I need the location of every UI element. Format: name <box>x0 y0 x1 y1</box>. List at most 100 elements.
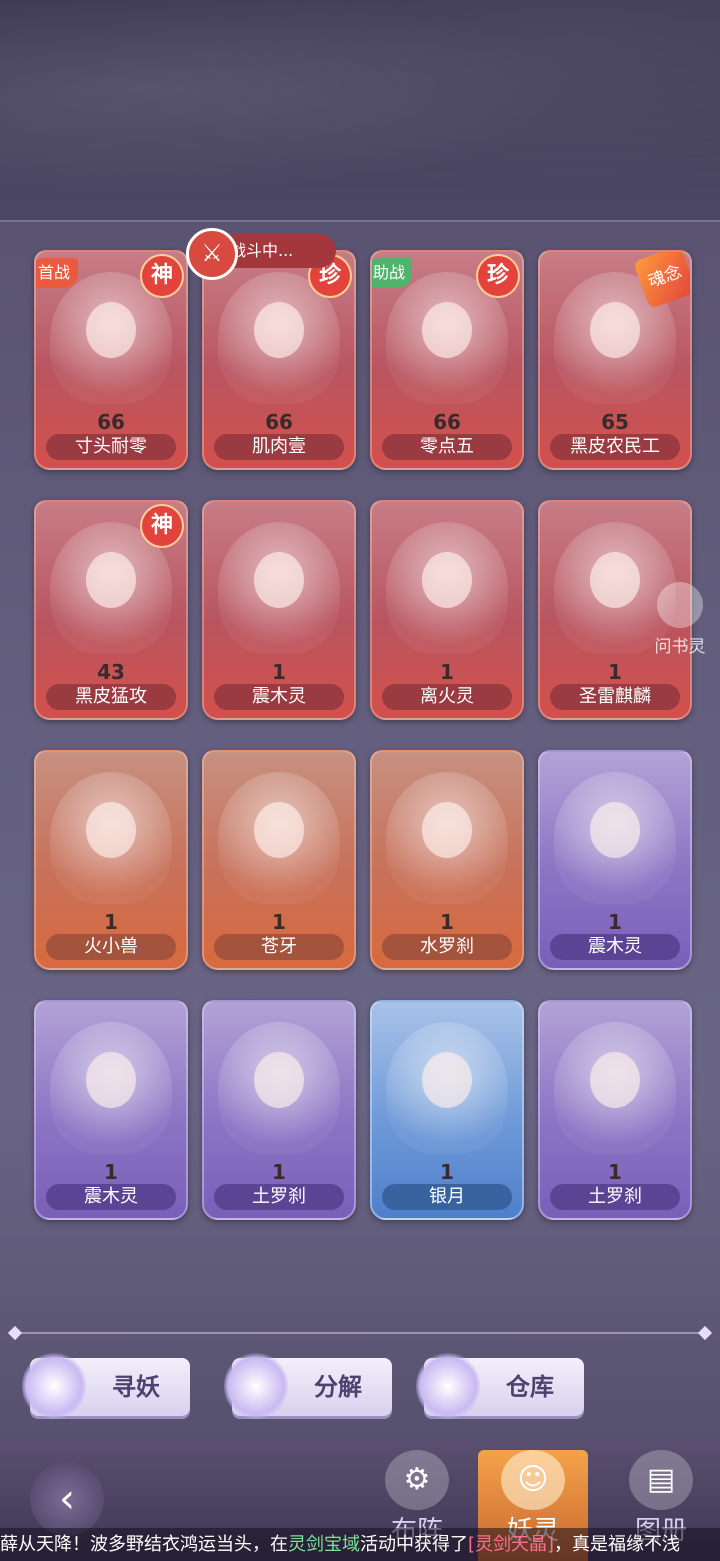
status-tag: 首战 <box>36 258 78 288</box>
spirit-face <box>254 552 304 608</box>
spirit-portrait <box>386 522 508 654</box>
spirit-portrait <box>554 1022 676 1154</box>
spirit-card[interactable]: 1 震木灵 <box>34 1000 188 1220</box>
helper-label: 问书灵 <box>654 637 706 657</box>
formation-icon: ⚙ <box>385 1450 449 1510</box>
spirit-card[interactable]: 65 黑皮农民工 魂念 <box>538 250 692 470</box>
spirit-card[interactable]: 1 离火灵 <box>370 500 524 720</box>
swirl-icon <box>224 1352 288 1420</box>
spirit-card[interactable]: 1 土罗刹 <box>538 1000 692 1220</box>
spirit-face <box>422 552 472 608</box>
spirit-card[interactable]: 66 肌肉壹珍 <box>202 250 356 470</box>
spirit-card[interactable]: 1 土罗刹 <box>202 1000 356 1220</box>
helper-assistant[interactable]: 问书灵 <box>648 582 712 662</box>
spirit-level: 1 <box>608 660 622 684</box>
search-spirit-label: 寻妖 <box>112 1373 160 1401</box>
spirit-card[interactable]: 66 寸头耐零 神 首战 <box>34 250 188 470</box>
ticker-text-2: 活动中获得了 <box>360 1534 468 1555</box>
decompose-button[interactable]: 分解 <box>224 1352 392 1420</box>
spirit-portrait <box>554 772 676 904</box>
storage-button[interactable]: 仓库 <box>416 1352 584 1420</box>
spirit-face <box>422 1052 472 1108</box>
top-banner-decoration <box>0 0 720 222</box>
spirit-face <box>254 1052 304 1108</box>
back-arrow-icon[interactable]: ‹ <box>30 1462 104 1536</box>
spirit-name: 黑皮猛攻 <box>46 684 176 710</box>
spirit-face <box>590 1052 640 1108</box>
album-book-icon: ▤ <box>629 1450 693 1510</box>
spirit-level: 66 <box>97 410 125 434</box>
spirit-face <box>422 302 472 358</box>
spirit-face <box>590 302 640 358</box>
storage-label: 仓库 <box>506 1373 554 1401</box>
ticker-text-3: ，真是福缘不浅 <box>554 1534 681 1555</box>
spirit-name: 土罗刹 <box>214 1184 344 1210</box>
spirit-card[interactable]: 1 震木灵 <box>538 750 692 970</box>
spirit-grid[interactable]: 66 寸头耐零神首战 66 肌肉壹珍 66 零点五珍助战 65 黑皮农民工 魂念 43 黑皮猛攻神 1… <box>0 222 720 1324</box>
spirit-level: 66 <box>265 410 293 434</box>
rarity-badge: 神 <box>142 256 182 296</box>
spirit-name: 离火灵 <box>382 684 512 710</box>
spirit-face <box>590 802 640 858</box>
spirit-level: 1 <box>440 910 454 934</box>
spirit-face <box>86 1052 136 1108</box>
spirit-name: 黑皮农民工 <box>550 434 680 460</box>
spirit-portrait <box>50 1022 172 1154</box>
spirit-level: 1 <box>440 660 454 684</box>
spirit-portrait <box>218 1022 340 1154</box>
spirit-name: 寸头耐零 <box>46 434 176 460</box>
spirit-name: 火小兽 <box>46 934 176 960</box>
spirit-level: 1 <box>440 1160 454 1184</box>
spirit-face <box>254 302 304 358</box>
spirit-level: 1 <box>272 1160 286 1184</box>
spirit-level: 1 <box>272 660 286 684</box>
spirit-level: 1 <box>104 1160 118 1184</box>
section-divider <box>12 1332 708 1334</box>
search-spirit-button[interactable]: 寻妖 <box>22 1352 190 1420</box>
spirit-face <box>86 302 136 358</box>
bag-icon <box>416 1352 480 1420</box>
ticker-text-1: 薛从天降！波多野结衣鸿运当头，在 <box>0 1534 288 1555</box>
spirit-face <box>86 552 136 608</box>
spirit-portrait <box>218 772 340 904</box>
announcement-ticker: 薛从天降！波多野结衣鸿运当头，在灵剑宝域活动中获得了[灵剑天晶]，真是福缘不浅 <box>0 1528 720 1561</box>
spirit-name: 苍牙 <box>214 934 344 960</box>
spirit-card[interactable]: 66 零点五 珍 助战 <box>370 250 524 470</box>
spirit-card[interactable]: 1 火小兽 <box>34 750 188 970</box>
spirit-name: 土罗刹 <box>550 1184 680 1210</box>
spirit-level: 66 <box>433 410 461 434</box>
spirit-card[interactable]: 1 震木灵 <box>202 500 356 720</box>
rarity-badge: 珍 <box>478 256 518 296</box>
spirit-name: 震木灵 <box>46 1184 176 1210</box>
spirit-face <box>86 802 136 858</box>
spirit-portrait <box>386 1022 508 1154</box>
ticker-highlight-item: [灵剑天晶] <box>468 1534 555 1555</box>
spirit-card[interactable]: 1 银月 <box>370 1000 524 1220</box>
spirit-name: 零点五 <box>382 434 512 460</box>
spirit-name: 震木灵 <box>550 934 680 960</box>
spirit-card[interactable]: 1 水罗刹 <box>370 750 524 970</box>
status-tag: 助战 <box>372 258 412 288</box>
spirit-name: 圣雷麒麟 <box>550 684 680 710</box>
spirit-portrait <box>386 772 508 904</box>
helper-avatar-icon <box>657 582 703 628</box>
gourd-icon <box>22 1352 86 1420</box>
spirit-portrait <box>218 522 340 654</box>
spirit-name: 肌肉壹 <box>214 434 344 460</box>
spirit-level: 1 <box>272 910 286 934</box>
spirit-name: 水罗刹 <box>382 934 512 960</box>
spirit-level: 1 <box>608 1160 622 1184</box>
spirit-face <box>254 802 304 858</box>
spirit-level: 43 <box>97 660 125 684</box>
battle-swords-icon: ⚔ <box>186 228 238 280</box>
spirit-face <box>422 802 472 858</box>
rarity-badge: 神 <box>142 506 182 546</box>
spirit-cat-icon: ☺ <box>501 1450 565 1510</box>
decompose-label: 分解 <box>314 1373 362 1401</box>
spirit-card[interactable]: 43 黑皮猛攻 神 <box>34 500 188 720</box>
spirit-name: 银月 <box>382 1184 512 1210</box>
spirit-level: 1 <box>104 910 118 934</box>
spirit-portrait <box>50 772 172 904</box>
spirit-card[interactable]: 1 苍牙 <box>202 750 356 970</box>
ticker-highlight-activity: 灵剑宝域 <box>288 1534 360 1555</box>
